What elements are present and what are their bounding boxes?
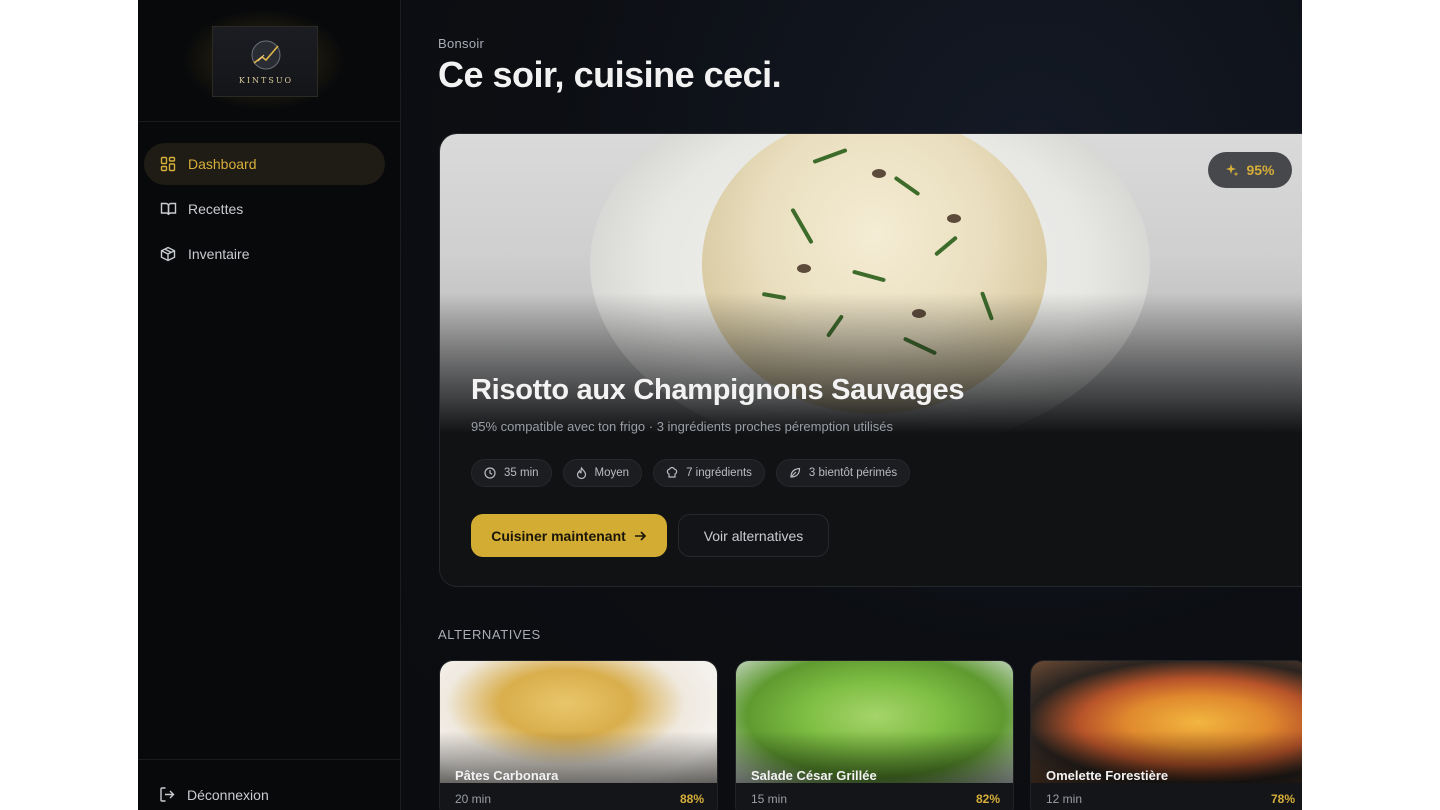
flame-icon (576, 467, 587, 479)
alternatives-heading: ALTERNATIVES (438, 627, 541, 642)
card-footer: 20 min 88% (440, 783, 717, 810)
hero-recipe-card[interactable]: 95% Risotto aux Champignons Sauvages 95%… (439, 133, 1302, 587)
logout-icon (159, 786, 177, 804)
expiring-chip: 3 bientôt périmés (775, 459, 911, 487)
sidebar-item-label: Recettes (188, 201, 244, 217)
sidebar-item-label: Dashboard (188, 156, 257, 172)
match-badge-value: 95% (1246, 162, 1275, 178)
time-chip-label: 35 min (504, 467, 539, 479)
card-match-score: 82% (975, 792, 1000, 806)
card-time: 20 min (455, 792, 492, 806)
sidebar-footer: Déconnexion (138, 759, 401, 810)
time-chip: 35 min (471, 459, 552, 487)
hero-recipe-subtitle: 95% compatible avec ton frigo · 3 ingréd… (471, 419, 894, 434)
card-match-score: 88% (679, 792, 704, 806)
card-time: 15 min (751, 792, 788, 806)
brand-logo[interactable]: KINTSUO (212, 26, 318, 97)
logo-mark-icon (251, 40, 281, 70)
ingredients-chip: 7 ingrédients (653, 459, 765, 487)
difficulty-chip-label: Moyen (594, 467, 630, 479)
alternative-card-omelette[interactable]: Omelette Forestière 12 min 78% (1030, 660, 1302, 810)
cook-now-label: Cuisiner maintenant (491, 527, 626, 544)
logout-label: Déconnexion (187, 787, 269, 803)
leaf-icon (789, 467, 801, 479)
clock-icon (484, 467, 496, 479)
ingredients-chip-label: 7 ingrédients (686, 467, 752, 479)
main-content: Bonsoir Ce soir, cuisine ceci. 95% Risot… (402, 0, 1302, 810)
sidebar: KINTSUO Dashboard Recettes Inventaire Dé… (138, 0, 401, 810)
hero-recipe-title: Risotto aux Champignons Sauvages (471, 374, 965, 406)
cook-now-button[interactable]: Cuisiner maintenant (471, 514, 667, 557)
box-icon (159, 245, 177, 263)
chef-hat-icon (666, 467, 678, 479)
alternatives-list: Pâtes Carbonara 20 min 88% Salade César … (439, 660, 1302, 810)
card-title: Pâtes Carbonara (455, 768, 559, 783)
match-badge: 95% (1208, 152, 1292, 188)
sparkle-icon (1225, 163, 1239, 177)
see-alternatives-button[interactable]: Voir alternatives (678, 514, 829, 557)
app-window: KINTSUO Dashboard Recettes Inventaire Dé… (138, 0, 1302, 810)
recipe-meta-chips: 35 min Moyen 7 ingrédients 3 bientôt pér… (471, 459, 921, 487)
card-match-score: 78% (1270, 792, 1295, 806)
sidebar-nav: Dashboard Recettes Inventaire (144, 143, 385, 278)
difficulty-chip: Moyen (562, 459, 643, 487)
alternative-card-carbonara[interactable]: Pâtes Carbonara 20 min 88% (439, 660, 718, 810)
book-icon (159, 200, 177, 218)
card-title: Salade César Grillée (751, 768, 877, 783)
card-title: Omelette Forestière (1046, 768, 1169, 783)
sidebar-item-recettes[interactable]: Recettes (144, 188, 385, 230)
sidebar-item-dashboard[interactable]: Dashboard (144, 143, 385, 185)
alternative-card-caesar[interactable]: Salade César Grillée 15 min 82% (735, 660, 1014, 810)
page-title: Ce soir, cuisine ceci. (438, 54, 782, 95)
logo-area: KINTSUO (138, 0, 401, 122)
greeting-text: Bonsoir (438, 36, 485, 51)
sidebar-item-label: Inventaire (188, 246, 250, 262)
card-footer: 15 min 82% (736, 783, 1013, 810)
sidebar-item-inventaire[interactable]: Inventaire (144, 233, 385, 275)
card-footer: 12 min 78% (1031, 783, 1302, 810)
expiring-chip-label: 3 bientôt périmés (808, 467, 898, 479)
logo-text: KINTSUO (238, 76, 294, 85)
grid-icon (159, 155, 177, 173)
arrow-right-icon (634, 530, 647, 542)
logout-button[interactable]: Déconnexion (159, 786, 269, 804)
card-time: 12 min (1046, 792, 1083, 806)
